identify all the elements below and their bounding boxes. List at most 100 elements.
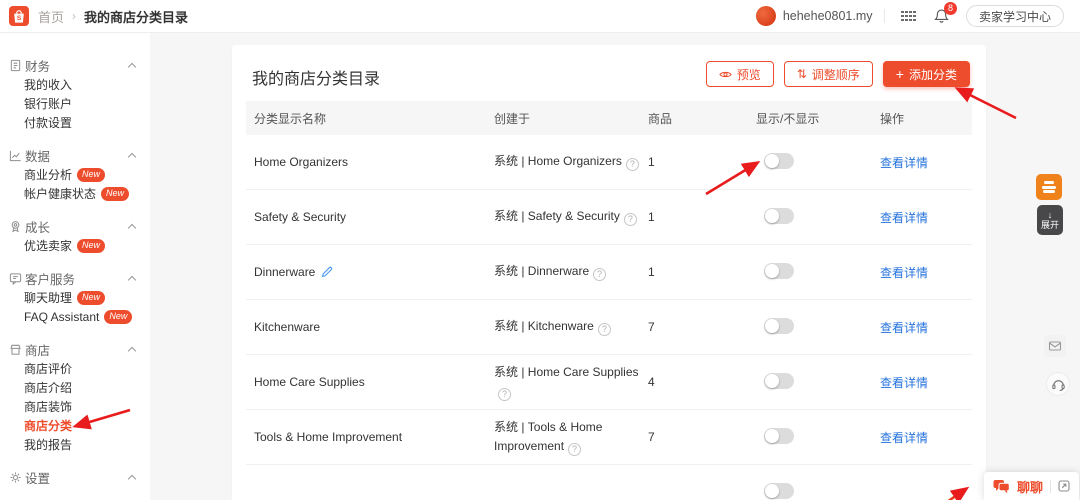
view-details-link[interactable]: 查看详情 bbox=[880, 266, 928, 280]
product-count: 7 bbox=[648, 320, 655, 334]
category-name: Home Care Supplies bbox=[254, 375, 365, 389]
category-name: Home Organizers bbox=[254, 155, 349, 169]
product-count: 1 bbox=[648, 155, 655, 169]
main-content: 我的商店分类目录 预览 ⇅ 调整顺序 + 添加分类 分类显示名称 创建于 商品 … bbox=[150, 33, 1080, 500]
sidebar-section-header[interactable]: 客户服务 bbox=[0, 268, 150, 288]
table-row: Home Care Supplies 系统 | Home Care Suppli… bbox=[246, 355, 972, 410]
sidebar-item[interactable]: FAQ Assistant New bbox=[24, 307, 150, 326]
settings-icon bbox=[8, 470, 22, 484]
view-details-link[interactable]: 查看详情 bbox=[880, 431, 928, 445]
category-card: 我的商店分类目录 预览 ⇅ 调整顺序 + 添加分类 分类显示名称 创建于 商品 … bbox=[232, 45, 986, 500]
visibility-toggle[interactable] bbox=[764, 152, 794, 169]
category-name: Dinnerware bbox=[254, 265, 316, 279]
table-row: Tools & Home Improvement 系统 | Tools & Ho… bbox=[246, 410, 972, 465]
help-icon[interactable]: ? bbox=[498, 387, 511, 401]
sidebar-section: 数据 商业分析 New 帐户健康状态 New bbox=[0, 145, 150, 203]
sidebar: 财务 我的收入 银行账户 付款设置 数据 商业分析 New 帐户健康状态 New bbox=[0, 33, 150, 500]
new-badge: New bbox=[77, 238, 106, 253]
sidebar-section: 设置 bbox=[0, 467, 150, 487]
help-icon[interactable]: ? bbox=[597, 323, 611, 337]
visibility-toggle[interactable] bbox=[764, 482, 794, 499]
new-badge: New bbox=[104, 309, 133, 324]
sidebar-section-header[interactable]: 成长 bbox=[0, 216, 150, 236]
sidebar-item[interactable]: 优选卖家 New bbox=[24, 236, 150, 255]
view-details-link[interactable]: 查看详情 bbox=[880, 321, 928, 335]
view-details-link[interactable]: 查看详情 bbox=[880, 376, 928, 390]
notification-bell-icon[interactable]: 8 bbox=[934, 2, 957, 24]
sidebar-item[interactable]: 商店分类 bbox=[24, 416, 150, 435]
table-row: Kitchenware 系统 | Kitchenware? 7 查看详情 bbox=[246, 300, 972, 355]
svg-text:S: S bbox=[17, 14, 22, 21]
breadcrumb-home[interactable]: 首页 bbox=[38, 7, 64, 26]
chevron-up-icon bbox=[127, 275, 137, 284]
edit-icon[interactable] bbox=[321, 266, 333, 278]
sidebar-item[interactable]: 付款设置 bbox=[24, 113, 150, 132]
expand-widget[interactable]: ↓ 展开 bbox=[1037, 205, 1063, 235]
chat-label: 聊聊 bbox=[1017, 479, 1044, 495]
sidebar-item[interactable]: 聊天助理 New bbox=[24, 288, 150, 307]
support-headset-icon[interactable] bbox=[1046, 372, 1070, 396]
sidebar-section-header[interactable]: 商店 bbox=[0, 339, 150, 359]
sidebar-item[interactable]: 银行账户 bbox=[24, 94, 150, 113]
product-count: 1 bbox=[648, 265, 655, 279]
shopee-logo-icon[interactable]: S bbox=[9, 6, 29, 26]
view-details-link[interactable]: 查看详情 bbox=[880, 156, 928, 170]
data-icon bbox=[8, 148, 22, 162]
category-name: Kitchenware bbox=[254, 320, 321, 334]
sidebar-section-header[interactable]: 财务 bbox=[0, 55, 150, 75]
visibility-toggle[interactable] bbox=[764, 262, 794, 279]
view-details-link[interactable]: 查看详情 bbox=[880, 211, 928, 225]
help-icon[interactable]: ? bbox=[623, 213, 637, 227]
sidebar-section: 商店 商店评价 商店介绍 商店装饰 商店分类 我的报告 bbox=[0, 339, 150, 454]
plus-icon: + bbox=[895, 66, 904, 82]
category-name: Tools & Home Improvement bbox=[254, 430, 403, 444]
help-icon[interactable]: ? bbox=[593, 268, 607, 282]
new-badge: New bbox=[77, 290, 106, 305]
promo-widget-icon[interactable] bbox=[1036, 174, 1062, 200]
sidebar-section-header[interactable]: 设置 bbox=[0, 467, 150, 487]
product-count: 4 bbox=[648, 375, 655, 389]
table-row: Home Organizers 系统 | Home Organizers? 1 … bbox=[246, 135, 972, 190]
sidebar-item[interactable]: 商店评价 bbox=[24, 359, 150, 378]
down-arrow-icon: ↓ bbox=[1047, 209, 1053, 220]
breadcrumb-separator: › bbox=[72, 9, 77, 23]
sidebar-item[interactable]: 我的报告 bbox=[24, 435, 150, 454]
new-badge: New bbox=[77, 167, 106, 182]
reorder-button[interactable]: ⇅ 调整顺序 bbox=[783, 61, 873, 87]
product-count: 7 bbox=[648, 430, 655, 444]
add-category-button[interactable]: + 添加分类 bbox=[882, 61, 970, 87]
divider bbox=[1050, 479, 1052, 493]
sidebar-item[interactable]: 我的收入 bbox=[24, 75, 150, 94]
growth-icon bbox=[8, 219, 22, 233]
sidebar-section: 财务 我的收入 银行账户 付款设置 bbox=[0, 55, 150, 132]
sidebar-item[interactable]: 帐户健康状态 New bbox=[24, 184, 150, 203]
chevron-up-icon bbox=[127, 474, 137, 483]
eye-icon bbox=[719, 68, 732, 81]
visibility-toggle[interactable] bbox=[764, 317, 794, 334]
chevron-up-icon bbox=[127, 152, 137, 161]
sort-icon: ⇅ bbox=[796, 67, 807, 81]
help-icon[interactable]: ? bbox=[568, 442, 582, 456]
username[interactable]: hehehe0801.my bbox=[783, 9, 873, 23]
page-title: 我的商店分类目录 bbox=[252, 71, 381, 88]
sidebar-item[interactable]: 商业分析 New bbox=[24, 165, 150, 184]
visibility-toggle[interactable] bbox=[764, 207, 794, 224]
chat-bar[interactable]: 聊聊 bbox=[984, 472, 1080, 500]
preview-button[interactable]: 预览 bbox=[705, 61, 774, 87]
visibility-toggle[interactable] bbox=[764, 427, 794, 444]
table-row: Safety & Security 系统 | Safety & Security… bbox=[246, 190, 972, 245]
sidebar-section-header[interactable]: 数据 bbox=[0, 145, 150, 165]
popout-icon[interactable] bbox=[1058, 480, 1070, 492]
mail-widget-icon[interactable] bbox=[1044, 335, 1066, 357]
sidebar-item[interactable]: 商店介绍 bbox=[24, 378, 150, 397]
sidebar-item[interactable]: 商店装饰 bbox=[24, 397, 150, 416]
finance-icon bbox=[8, 58, 22, 72]
user-avatar[interactable] bbox=[755, 6, 776, 26]
new-badge: New bbox=[101, 186, 130, 201]
seller-learning-center-button[interactable]: 卖家学习中心 bbox=[965, 5, 1064, 27]
apps-grid-icon[interactable] bbox=[901, 10, 916, 22]
help-icon[interactable]: ? bbox=[625, 158, 639, 172]
visibility-toggle[interactable] bbox=[764, 372, 794, 389]
customer-service-icon bbox=[8, 271, 22, 285]
sidebar-section: 成长 优选卖家 New bbox=[0, 216, 150, 255]
